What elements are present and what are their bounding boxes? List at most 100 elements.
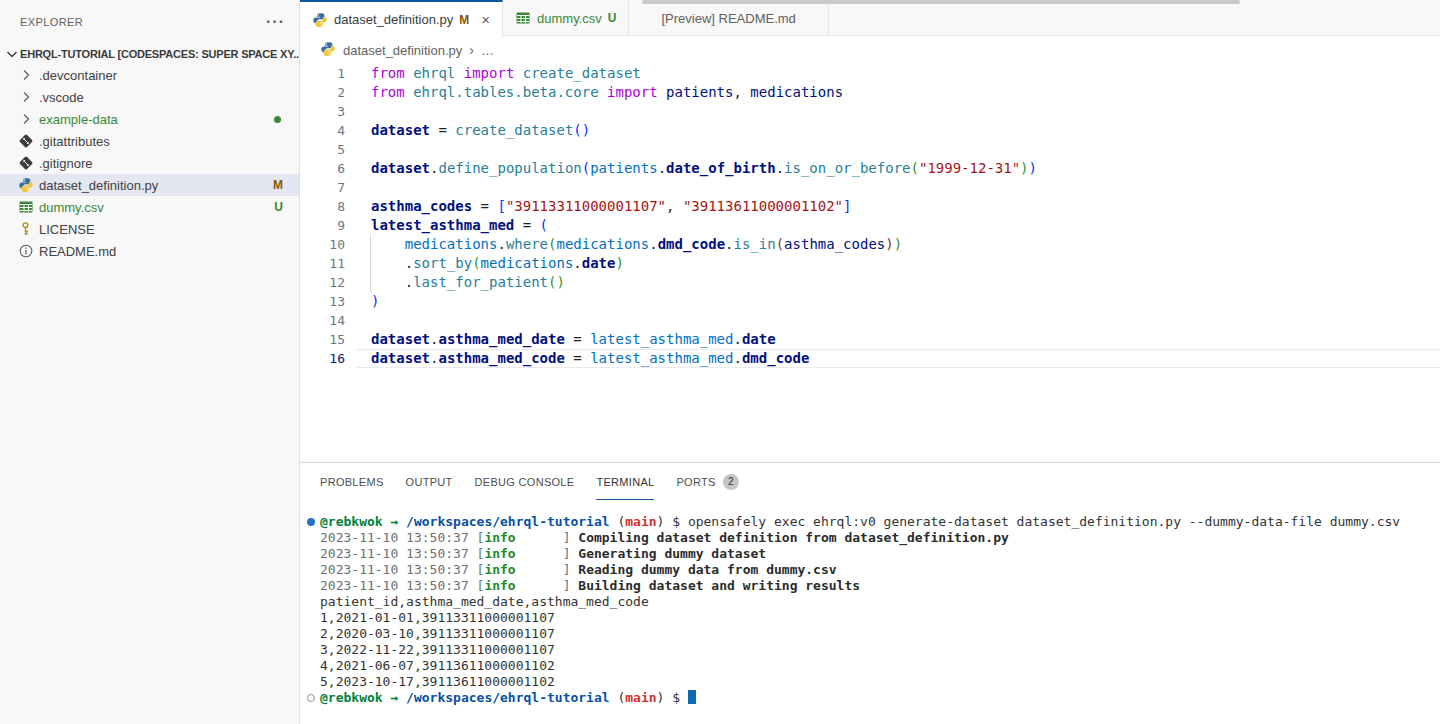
breadcrumb-ellipsis[interactable]: …	[481, 43, 494, 58]
gutter-space	[345, 140, 371, 159]
code-text: medications.where(medications.dmd_code.i…	[371, 235, 902, 254]
tab-dummy-csv[interactable]: dummy.csvU	[503, 0, 629, 36]
explorer-panel: EXPLORER ··· EHRQL-TUTORIAL [CODESPACES:…	[0, 0, 300, 724]
file-tree: .devcontainer .vscode example-data .gitattr…	[0, 64, 299, 262]
panel-tab-ports[interactable]: PORTS2	[676, 463, 738, 500]
terminal[interactable]: @rebkwok → /workspaces/ehrql-tutorial (m…	[300, 500, 1440, 724]
line-number: 13	[300, 292, 345, 311]
panel-tab-output[interactable]: OUTPUT	[406, 463, 453, 500]
line-number: 10	[300, 235, 345, 254]
folder-chevron-icon	[18, 89, 34, 105]
tab-label: [Preview] README.md	[661, 11, 795, 26]
line-number: 12	[300, 273, 345, 292]
code-text: from ehrql.tables.beta.core import patie…	[371, 83, 843, 102]
license-icon	[18, 221, 34, 237]
breadcrumb[interactable]: dataset_definition.py › …	[300, 36, 1440, 64]
gutter-space	[345, 197, 371, 216]
editor-group: dataset_definition.py M × dummy.csvU [Previe…	[300, 0, 1440, 724]
file-name: LICENSE	[39, 222, 95, 237]
gutter-space	[345, 235, 371, 254]
command-pending-icon	[307, 694, 315, 702]
tab-label: dataset_definition.py	[334, 12, 453, 27]
code-line: 13)	[300, 292, 1440, 311]
file-row--vscode[interactable]: .vscode	[0, 86, 299, 108]
file-row-readme-md[interactable]: README.md	[0, 240, 299, 262]
panel-tab-label: TERMINAL	[596, 476, 654, 488]
file-row-example-data[interactable]: example-data	[0, 108, 299, 130]
code-text: latest_asthma_med = (	[371, 216, 548, 235]
code-line: 14	[300, 311, 1440, 330]
file-row--devcontainer[interactable]: .devcontainer	[0, 64, 299, 86]
panel-tab-label: DEBUG CONSOLE	[475, 476, 575, 488]
close-icon[interactable]: ×	[481, 13, 490, 27]
file-row-license[interactable]: LICENSE	[0, 218, 299, 240]
command-success-icon	[307, 518, 315, 526]
line-number: 8	[300, 197, 345, 216]
terminal-line: @rebkwok → /workspaces/ehrql-tutorial (m…	[320, 690, 1440, 706]
tab-bar: dataset_definition.py M × dummy.csvU [Previe…	[300, 0, 1440, 36]
bottom-panel: PROBLEMS OUTPUT DEBUG CONSOLE TERMINAL PORTS…	[300, 462, 1440, 724]
chevron-down-icon	[4, 46, 20, 62]
terminal-line: 3,2022-11-22,39113311000001107	[320, 642, 1440, 658]
tab--preview-readme-md[interactable]: [Preview] README.md	[629, 0, 828, 36]
file-name: dummy.csv	[39, 200, 104, 215]
code-line: 3	[300, 102, 1440, 121]
line-number: 2	[300, 83, 345, 102]
tab-dataset-definition-py[interactable]: dataset_definition.py M ×	[300, 0, 503, 37]
terminal-line: 2023-11-10 13:50:37 [info ] Compiling da…	[320, 530, 1440, 546]
vscode-window: EXPLORER ··· EHRQL-TUTORIAL [CODESPACES:…	[0, 0, 1440, 724]
line-number: 15	[300, 330, 345, 349]
line-number: 5	[300, 140, 345, 159]
line-number: 3	[300, 102, 345, 121]
explorer-header: EXPLORER ···	[0, 0, 299, 44]
panel-tab-terminal[interactable]: TERMINAL	[596, 463, 654, 500]
python-icon	[312, 12, 328, 28]
python-icon	[320, 41, 336, 60]
code-line: 8asthma_codes = ["39113311000001107", "3…	[300, 197, 1440, 216]
code-line: 12 .last_for_patient()	[300, 273, 1440, 292]
code-text: dataset.asthma_med_date = latest_asthma_…	[371, 330, 776, 349]
code-line: 2 from ehrql.tables.beta.core import pati…	[300, 83, 1440, 102]
more-actions-icon[interactable]: ···	[266, 17, 285, 27]
file-row--gitattributes[interactable]: .gitattributes	[0, 130, 299, 152]
panel-tab-label: OUTPUT	[406, 476, 453, 488]
section-title: EHRQL-TUTORIAL [CODESPACES: SUPER SPACE …	[20, 48, 299, 60]
code-text: from ehrql import create_dataset	[371, 64, 641, 83]
tab-dirty-badge: U	[608, 11, 617, 25]
terminal-line: 2023-11-10 13:50:37 [info ] Reading dumm…	[320, 562, 1440, 578]
terminal-line: @rebkwok → /workspaces/ehrql-tutorial (m…	[320, 514, 1440, 530]
file-row-dataset-definition-py[interactable]: dataset_definition.pyM	[0, 174, 299, 196]
gutter-space	[345, 330, 371, 349]
python-icon	[18, 177, 34, 193]
code-text: dataset.define_population(patients.date_…	[371, 159, 1037, 178]
file-row--gitignore[interactable]: .gitignore	[0, 152, 299, 174]
git-status-badge: M	[273, 178, 283, 192]
section-header[interactable]: EHRQL-TUTORIAL [CODESPACES: SUPER SPACE …	[0, 44, 299, 64]
line-number: 7	[300, 178, 345, 197]
code-editor[interactable]: 1from ehrql import create_dataset2 from e…	[300, 64, 1440, 462]
panel-tab-debug-console[interactable]: DEBUG CONSOLE	[475, 463, 575, 500]
panel-tab-problems[interactable]: PROBLEMS	[320, 463, 384, 500]
line-number: 14	[300, 311, 345, 330]
gutter-space	[345, 102, 371, 121]
file-row-dummy-csv[interactable]: dummy.csvU	[0, 196, 299, 218]
gutter-space	[345, 254, 371, 273]
code-line: 6dataset.define_population(patients.date…	[300, 159, 1440, 178]
csv-icon	[515, 10, 531, 26]
terminal-line: 2,2020-03-10,39113311000001107	[320, 626, 1440, 642]
code-line: 1from ehrql import create_dataset	[300, 64, 1440, 83]
line-number: 16	[300, 349, 345, 368]
file-name: .devcontainer	[39, 68, 117, 83]
code-line: 5	[300, 140, 1440, 159]
code-text: dataset.asthma_med_code = latest_asthma_…	[371, 349, 809, 368]
tab-dirty-badge: M	[459, 13, 469, 27]
explorer-title: EXPLORER	[20, 16, 83, 28]
tabbar-scrollbar[interactable]	[642, 0, 1240, 4]
info-icon	[18, 243, 34, 259]
file-name: example-data	[39, 112, 118, 127]
folder-chevron-icon	[18, 67, 34, 83]
terminal-line: 5,2023-10-17,39113611000001102	[320, 674, 1440, 690]
code-line: 15 dataset.asthma_med_date = latest_asthm…	[300, 330, 1440, 349]
breadcrumb-file[interactable]: dataset_definition.py	[343, 43, 462, 58]
breadcrumb-separator: ›	[469, 42, 474, 58]
